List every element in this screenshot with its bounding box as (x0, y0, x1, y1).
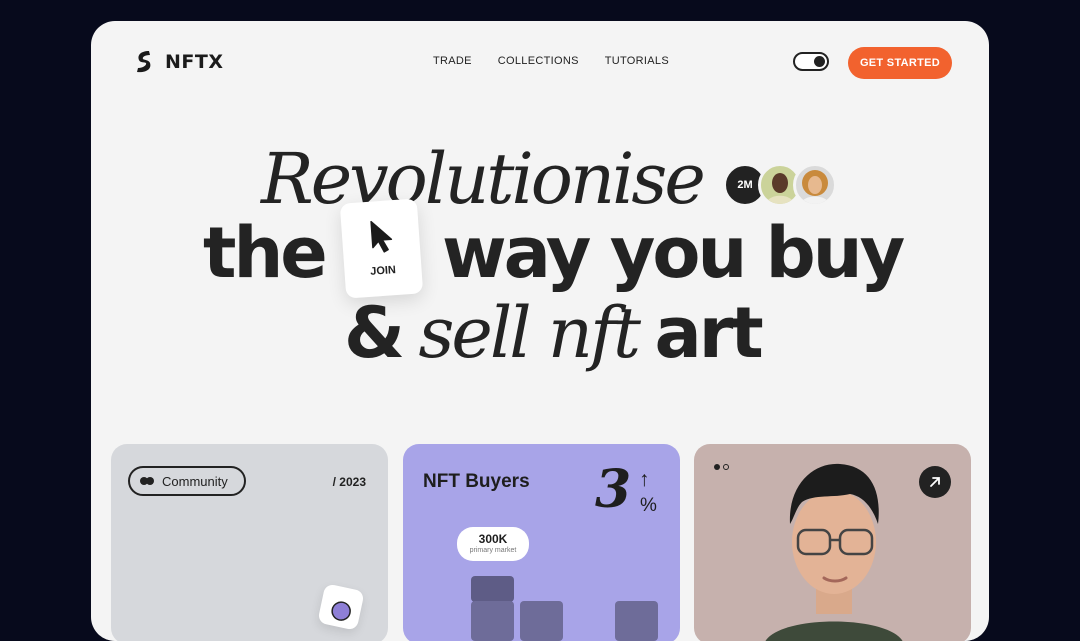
tooltip-label: primary market (469, 547, 517, 554)
sticker-icon (331, 601, 351, 621)
chart-bar[interactable] (471, 576, 514, 602)
year-label: / 2023 (332, 475, 366, 489)
chart-bar[interactable] (520, 601, 563, 641)
cursor-icon (370, 220, 393, 253)
hero-line-3: & sell nft art (344, 292, 764, 374)
main-nav: TRADE COLLECTIONS TUTORIALS (433, 55, 669, 67)
logo-text: NFTX (165, 51, 224, 73)
chart-bar[interactable] (471, 601, 514, 641)
avatar (793, 163, 837, 207)
carousel-dot[interactable] (723, 464, 729, 470)
chart-bar[interactable] (615, 601, 658, 641)
avatar-group: 2M (723, 163, 837, 207)
hero-ampersand: & (344, 292, 405, 374)
open-arrow-button[interactable] (919, 466, 951, 498)
arrow-up-right-icon (930, 477, 940, 487)
community-dots-icon (140, 477, 154, 485)
logo-icon (137, 51, 151, 73)
chart-tooltip: 300K primary market (457, 527, 529, 561)
join-button[interactable]: JOIN (339, 198, 424, 299)
hero-line-2a: the (203, 212, 328, 294)
get-started-button[interactable]: GET STARTED (848, 47, 952, 79)
toggle-knob (814, 56, 825, 67)
floating-sticker (317, 583, 365, 631)
hero-art: art (654, 292, 763, 374)
logo[interactable]: NFTX (135, 50, 224, 74)
hero-line-1: Revolutionise (261, 138, 706, 220)
buyers-title: NFT Buyers (423, 471, 530, 492)
profile-card[interactable] (694, 444, 971, 641)
person-icon (801, 170, 829, 204)
nft-buyers-card[interactable]: NFT Buyers 3 ↑ % 300K primary market (403, 444, 680, 641)
community-pill[interactable]: Community (128, 466, 246, 496)
arrow-up-icon: ↑ (639, 468, 650, 491)
hero-line-2b: way you buy (442, 212, 905, 294)
carousel-dots (714, 464, 729, 470)
nav-trade[interactable]: TRADE (433, 55, 472, 67)
hero-sell-nft: sell nft (418, 292, 641, 374)
buyers-growth-number: 3 (595, 459, 632, 520)
person-portrait (765, 463, 903, 641)
carousel-dot-active[interactable] (714, 464, 720, 470)
theme-toggle[interactable] (793, 52, 829, 71)
nav-collections[interactable]: COLLECTIONS (498, 55, 579, 67)
community-card[interactable]: Community / 2023 (111, 444, 388, 641)
community-label: Community (162, 473, 228, 489)
join-label: JOIN (369, 264, 397, 278)
tooltip-value: 300K (478, 532, 508, 546)
nav-tutorials[interactable]: TUTORIALS (605, 55, 669, 67)
browser-frame: NFTX TRADE COLLECTIONS TUTORIALS GET STA… (91, 21, 989, 641)
percent-sign: % (640, 495, 657, 516)
